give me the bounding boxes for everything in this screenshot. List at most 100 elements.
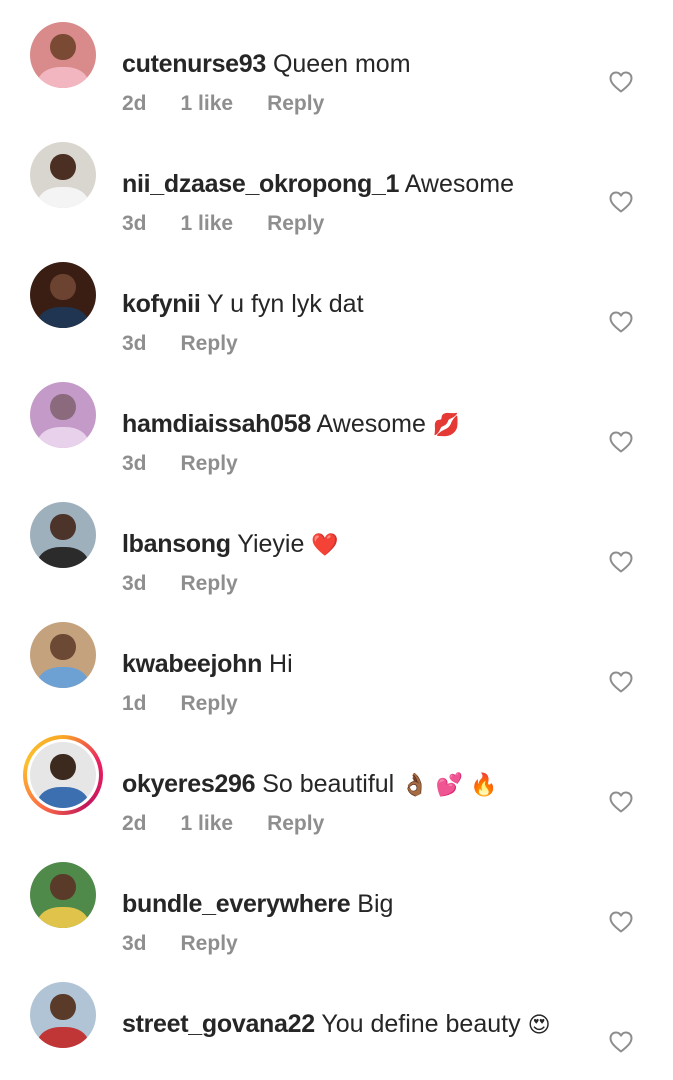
avatar-head: [50, 753, 76, 781]
avatar[interactable]: [30, 862, 96, 928]
avatar-head: [50, 513, 76, 541]
comment-username[interactable]: street_govana22: [122, 1010, 315, 1038]
avatar-head: [50, 633, 76, 661]
comment-username[interactable]: nii_dzaase_okropong_1: [122, 170, 399, 198]
comment-meta: 3d Reply: [122, 570, 272, 598]
comment-text: You define beauty: [321, 1010, 521, 1038]
heart-outline-icon[interactable]: [609, 911, 633, 933]
comment-item: hamdiaissah058 Awesome 💋 3d Reply: [0, 360, 673, 480]
comment-item: bundle_everywhere Big 3d Reply: [0, 840, 673, 960]
comment-emoji: 😍: [520, 1013, 551, 1038]
avatar-head: [50, 873, 76, 901]
comment-username[interactable]: bundle_everywhere: [122, 890, 351, 918]
comment-like-count[interactable]: 1 like: [181, 812, 234, 835]
comment-username[interactable]: kofynii: [122, 290, 201, 318]
heart-outline-icon[interactable]: [609, 1031, 633, 1053]
avatar-body: [37, 66, 89, 88]
heart-outline-icon[interactable]: [609, 311, 633, 333]
comment-emoji: 💋: [425, 413, 461, 438]
reply-button[interactable]: Reply: [267, 212, 324, 235]
avatar[interactable]: [23, 735, 103, 815]
comment-meta: 3d Reply: [122, 930, 272, 958]
avatar-body: [37, 1026, 89, 1048]
avatar-head: [50, 993, 76, 1021]
comment-text-line: lbansong Yieyie ❤️: [122, 528, 339, 562]
comment-text: So beautiful: [262, 770, 395, 798]
comment-meta: 3d Reply: [122, 450, 272, 478]
avatar[interactable]: [30, 262, 96, 328]
comment-text: Yieyie: [237, 530, 305, 558]
comment-timestamp: 3d: [122, 332, 147, 355]
reply-button[interactable]: Reply: [181, 452, 238, 475]
heart-outline-icon[interactable]: [609, 791, 633, 813]
avatar[interactable]: [30, 502, 96, 568]
comment-item: okyeres296 So beautiful 👌🏾 💕 🔥 2d 1 like Re…: [0, 720, 673, 840]
comment-item: cutenurse93 Queen mom 2d 1 like Reply: [0, 0, 673, 120]
comment-meta: 3d Reply: [122, 330, 272, 358]
comment-text: Awesome: [404, 170, 515, 198]
comment-timestamp: 3d: [122, 452, 147, 475]
reply-button[interactable]: Reply: [181, 692, 238, 715]
avatar[interactable]: [30, 382, 96, 448]
avatar-head: [50, 273, 76, 301]
comment-text-line: kofynii Y u fyn lyk dat: [122, 288, 364, 320]
avatar[interactable]: [30, 142, 96, 208]
comment-username[interactable]: kwabeejohn: [122, 650, 262, 678]
comment-timestamp: 1d: [122, 692, 147, 715]
avatar-body: [37, 666, 89, 688]
comment-text: Big: [357, 890, 394, 918]
avatar-body: [37, 186, 89, 208]
comment-timestamp: 2d: [122, 812, 147, 835]
comment-item: nii_dzaase_okropong_1 Awesome 3d 1 like Rep…: [0, 120, 673, 240]
comment-timestamp: 3d: [122, 572, 147, 595]
comment-like-count[interactable]: 1 like: [181, 92, 234, 115]
heart-outline-icon[interactable]: [609, 191, 633, 213]
avatar[interactable]: [30, 982, 96, 1048]
reply-button[interactable]: Reply: [267, 812, 324, 835]
avatar-body: [37, 426, 89, 448]
comment-username[interactable]: lbansong: [122, 530, 231, 558]
comment-text: Hi: [269, 650, 293, 678]
comment-text: Y u fyn lyk dat: [206, 290, 364, 318]
avatar-body: [37, 306, 89, 328]
comment-item: street_govana22 You define beauty 😍: [0, 960, 673, 1080]
comment-meta: 2d 1 like Reply: [122, 810, 358, 838]
comment-item: lbansong Yieyie ❤️ 3d Reply: [0, 480, 673, 600]
comment-text-line: nii_dzaase_okropong_1 Awesome: [122, 168, 514, 200]
comment-item: kwabeejohn Hi 1d Reply: [0, 600, 673, 720]
avatar-body: [37, 546, 89, 568]
heart-outline-icon[interactable]: [609, 71, 633, 93]
comment-item: kofynii Y u fyn lyk dat 3d Reply: [0, 240, 673, 360]
avatar-head: [50, 33, 76, 61]
reply-button[interactable]: Reply: [267, 92, 324, 115]
avatar[interactable]: [30, 22, 96, 88]
comment-username[interactable]: okyeres296: [122, 770, 256, 798]
comment-text-line: street_govana22 You define beauty 😍: [122, 1008, 551, 1042]
heart-outline-icon[interactable]: [609, 551, 633, 573]
comment-timestamp: 3d: [122, 932, 147, 955]
comment-timestamp: 3d: [122, 212, 147, 235]
comment-emoji: ❤️: [304, 533, 339, 558]
avatar[interactable]: [30, 622, 96, 688]
avatar-body: [37, 786, 89, 808]
comment-meta: 3d 1 like Reply: [122, 210, 358, 238]
avatar-body: [37, 906, 89, 928]
comment-text: Awesome: [316, 410, 426, 438]
avatar-photo: [30, 742, 96, 808]
comment-username[interactable]: cutenurse93: [122, 50, 266, 78]
heart-outline-icon[interactable]: [609, 671, 633, 693]
reply-button[interactable]: Reply: [181, 332, 238, 355]
comment-text-line: okyeres296 So beautiful 👌🏾 💕 🔥: [122, 768, 497, 802]
comment-like-count[interactable]: 1 like: [181, 212, 234, 235]
comment-text-line: kwabeejohn Hi: [122, 648, 293, 680]
comment-text-line: bundle_everywhere Big: [122, 888, 393, 920]
avatar-head: [50, 153, 76, 181]
heart-outline-icon[interactable]: [609, 431, 633, 453]
comment-text-line: cutenurse93 Queen mom: [122, 48, 411, 80]
comment-emoji: 👌🏾 💕 🔥: [394, 773, 498, 798]
comment-username[interactable]: hamdiaissah058: [122, 410, 311, 438]
reply-button[interactable]: Reply: [181, 572, 238, 595]
comment-text-line: hamdiaissah058 Awesome 💋: [122, 408, 460, 442]
comment-meta: 2d 1 like Reply: [122, 90, 358, 118]
reply-button[interactable]: Reply: [181, 932, 238, 955]
